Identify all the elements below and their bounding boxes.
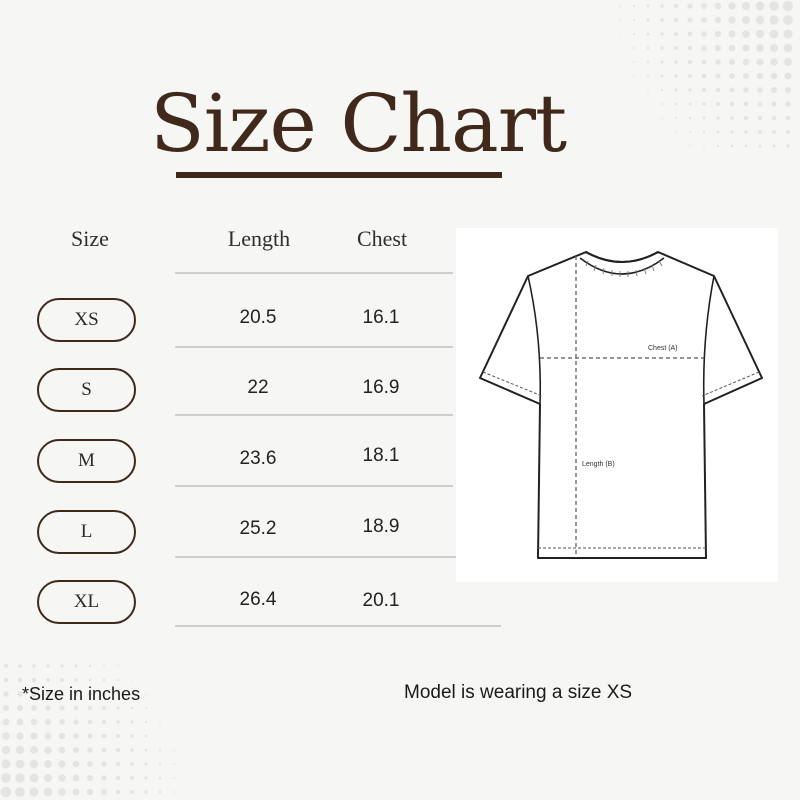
size-pill-s: S: [37, 368, 136, 412]
size-pill-l: L: [37, 510, 136, 554]
length-value-l: 25.2: [239, 518, 277, 539]
units-footnote: *Size in inches: [22, 684, 141, 704]
row-divider: [175, 625, 501, 627]
row-divider: [175, 414, 453, 416]
size-pill-xl: XL: [37, 580, 136, 624]
column-header-size: Size: [71, 226, 109, 251]
length-value-m: 23.6: [239, 448, 277, 469]
column-header-chest: Chest: [356, 226, 408, 251]
column-header-length: Length: [227, 226, 291, 251]
page-title: Size Chart: [150, 77, 567, 170]
row-divider: [175, 485, 453, 487]
header-divider: [175, 272, 453, 274]
measurement-diagram: Chest (A) Length (B): [456, 228, 778, 582]
chest-value-xl: 20.1: [362, 590, 400, 611]
length-value-xl: 26.4: [239, 589, 277, 610]
tshirt-icon: Chest (A) Length (B): [479, 251, 763, 559]
row-divider: [175, 556, 501, 558]
chest-value-m: 18.1: [362, 445, 400, 466]
size-pill-xs: XS: [37, 298, 136, 342]
chest-measure-label: Chest (A): [648, 345, 678, 352]
length-value-xs: 20.5: [239, 307, 277, 328]
model-size-note: Model is wearing a size XS: [404, 682, 633, 703]
row-divider: [175, 346, 453, 348]
title-underline: [176, 172, 502, 178]
chest-value-xs: 16.1: [362, 307, 400, 328]
chest-value-l: 18.9: [362, 516, 400, 537]
length-value-s: 22: [247, 377, 269, 398]
chest-value-s: 16.9: [362, 377, 400, 398]
size-pill-m: M: [37, 439, 136, 483]
halftone-dots-bottom-left: [0, 660, 220, 800]
halftone-dots-top-right: [600, 0, 800, 150]
length-measure-label: Length (B): [582, 461, 615, 468]
